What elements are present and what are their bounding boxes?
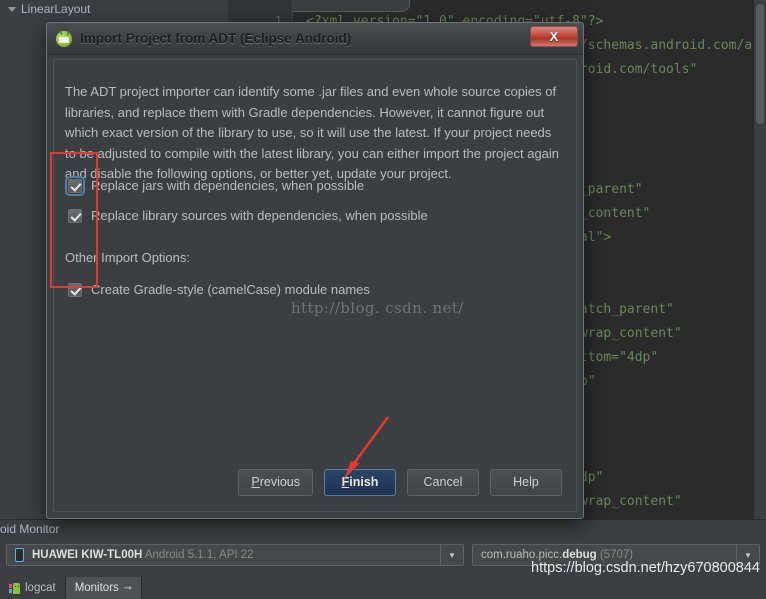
help-button[interactable]: Help	[490, 468, 562, 496]
phone-icon	[15, 548, 24, 562]
dialog-title: Import Project from ADT (Eclipse Android…	[80, 31, 352, 46]
process-selector-value: com.ruaho.picc.debug (5707)	[473, 549, 736, 561]
process-selector-dropdown[interactable]: com.ruaho.picc.debug (5707) ▼	[472, 544, 760, 566]
device-name: HUAWEI KIW-TL00H	[32, 549, 143, 561]
other-import-options-heading: Other Import Options:	[65, 250, 190, 265]
dialog-titlebar[interactable]: Import Project from ADT (Eclipse Android…	[47, 23, 583, 55]
finish-button-label: inish	[349, 475, 379, 489]
previous-button[interactable]: Previous	[238, 468, 313, 496]
tab-logcat[interactable]: logcat	[0, 577, 66, 599]
finish-button[interactable]: Finish	[324, 468, 396, 496]
process-pid: (5707)	[596, 549, 634, 561]
android-monitor-title: oid Monitor	[0, 522, 60, 536]
android-icon	[56, 30, 72, 47]
device-detail: Android 5.1.1, API 22	[142, 549, 254, 561]
process-package-prefix: com.ruaho.picc.	[481, 549, 563, 561]
editor-scrollbar-thumb[interactable]	[756, 4, 764, 124]
finish-button-mnemonic: F	[341, 475, 350, 489]
close-icon[interactable]: X	[530, 26, 578, 47]
chevron-down-icon[interactable]: ▼	[736, 545, 759, 565]
cancel-button[interactable]: Cancel	[407, 468, 479, 496]
tree-item-label: LinearLayout	[21, 2, 91, 16]
device-selector-value: HUAWEI KIW-TL00H Android 5.1.1, API 22	[24, 549, 440, 561]
checkbox-create-gradle-style-names-box[interactable]	[68, 282, 82, 297]
previous-button-mnemonic: P	[251, 475, 260, 489]
dialog-button-bar: Previous Finish Cancel Help	[54, 453, 576, 511]
tab-monitors[interactable]: Monitors ➞	[65, 577, 143, 599]
help-button-label: Help	[513, 475, 539, 489]
monitor-tab-bar: logcat Monitors ➞	[0, 577, 143, 599]
checkbox-create-gradle-style-names-label: Create Gradle-style (camelCase) module n…	[91, 282, 370, 297]
checkbox-replace-jars-label: Replace jars with dependencies, when pos…	[91, 178, 365, 193]
previous-button-label: revious	[259, 475, 300, 489]
tree-item-linearlayout[interactable]: LinearLayout	[8, 0, 90, 18]
chevron-down-icon[interactable]: ▼	[440, 545, 463, 565]
checkbox-replace-library-sources-label: Replace library sources with dependencie…	[91, 208, 428, 223]
tab-logcat-label: logcat	[25, 582, 56, 594]
pin-icon[interactable]: ➞	[124, 583, 132, 594]
cancel-button-label: Cancel	[423, 475, 463, 489]
checkbox-create-gradle-style-names[interactable]: Create Gradle-style (camelCase) module n…	[68, 282, 370, 297]
process-package-suffix: debug	[562, 549, 597, 561]
tab-monitors-label: Monitors	[74, 582, 119, 594]
device-selector-dropdown[interactable]: HUAWEI KIW-TL00H Android 5.1.1, API 22 ▼	[6, 544, 464, 566]
checkbox-replace-library-sources[interactable]: Replace library sources with dependencie…	[68, 208, 428, 223]
checkbox-replace-jars-box[interactable]	[65, 175, 85, 196]
checkbox-replace-library-sources-box[interactable]	[68, 208, 82, 223]
dialog-description: The ADT project importer can identify so…	[65, 84, 560, 181]
dialog-body: The ADT project importer can identify so…	[53, 59, 577, 512]
android-monitor-panel: oid Monitor HUAWEI KIW-TL00H Android 5.1…	[0, 519, 766, 599]
editor-scrollbar[interactable]	[753, 0, 766, 525]
import-project-dialog: Import Project from ADT (Eclipse Android…	[46, 22, 584, 519]
chevron-down-icon[interactable]	[8, 6, 16, 12]
checkbox-replace-jars[interactable]: Replace jars with dependencies, when pos…	[65, 175, 365, 196]
logcat-icon	[9, 582, 20, 594]
